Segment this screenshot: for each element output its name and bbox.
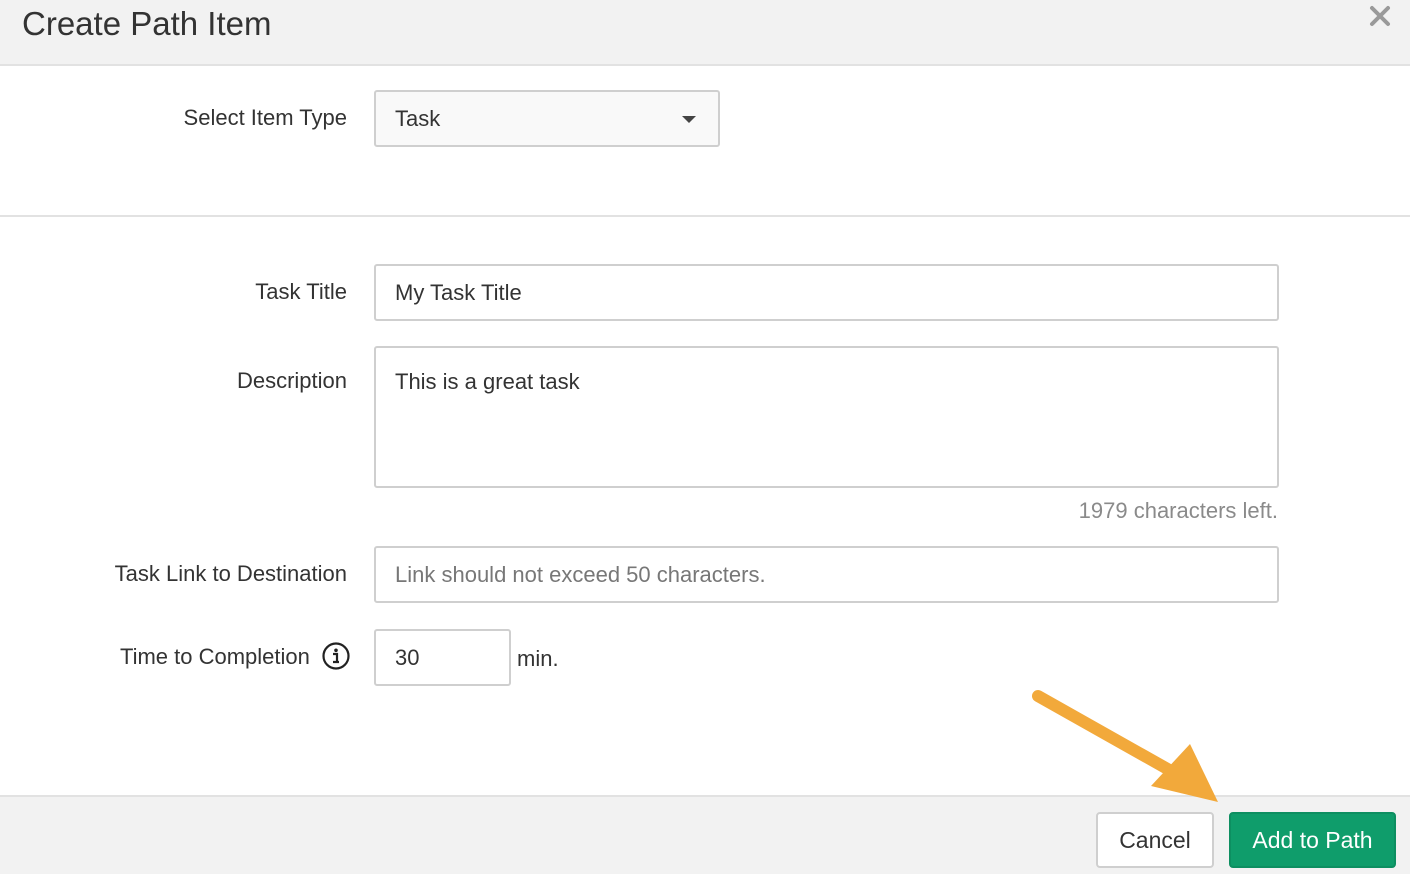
time-input[interactable]: 30 — [374, 629, 511, 686]
task-title-label: Task Title — [255, 279, 347, 304]
dialog-title: Create Path Item — [22, 5, 272, 42]
cancel-button[interactable]: Cancel — [1096, 812, 1214, 868]
time-label-row: Time to Completion — [119, 642, 350, 672]
section-divider — [0, 215, 1410, 217]
arrow-annotation-icon — [1032, 690, 1218, 802]
item-type-value: Task — [395, 105, 441, 131]
time-unit: min. — [517, 646, 559, 671]
description-textarea[interactable]: This is a great task — [374, 346, 1279, 488]
description-label: Description — [236, 368, 347, 393]
time-value: 30 — [395, 644, 420, 670]
item-type-select[interactable]: Task — [374, 90, 720, 147]
link-placeholder: Link should not exceed 50 characters. — [395, 561, 766, 587]
info-icon[interactable] — [322, 642, 350, 670]
link-input[interactable]: Link should not exceed 50 characters. — [374, 546, 1279, 603]
close-icon[interactable] — [1368, 4, 1392, 28]
task-title-input[interactable]: My Task Title — [374, 264, 1279, 321]
chevron-down-icon — [682, 115, 696, 123]
link-label: Task Link to Destination — [114, 561, 347, 586]
item-type-label: Select Item Type — [183, 105, 347, 130]
description-value: This is a great task — [395, 369, 580, 394]
dialog-header: Create Path Item — [0, 0, 1410, 66]
create-path-item-dialog: Create Path Item Select Item Type Task T… — [0, 0, 1410, 874]
add-to-path-button[interactable]: Add to Path — [1229, 812, 1396, 868]
task-title-value: My Task Title — [395, 279, 522, 305]
time-label: Time to Completion — [119, 644, 310, 669]
character-counter: 1979 characters left. — [1078, 498, 1278, 523]
dialog-footer: Cancel Add to Path — [0, 795, 1410, 874]
